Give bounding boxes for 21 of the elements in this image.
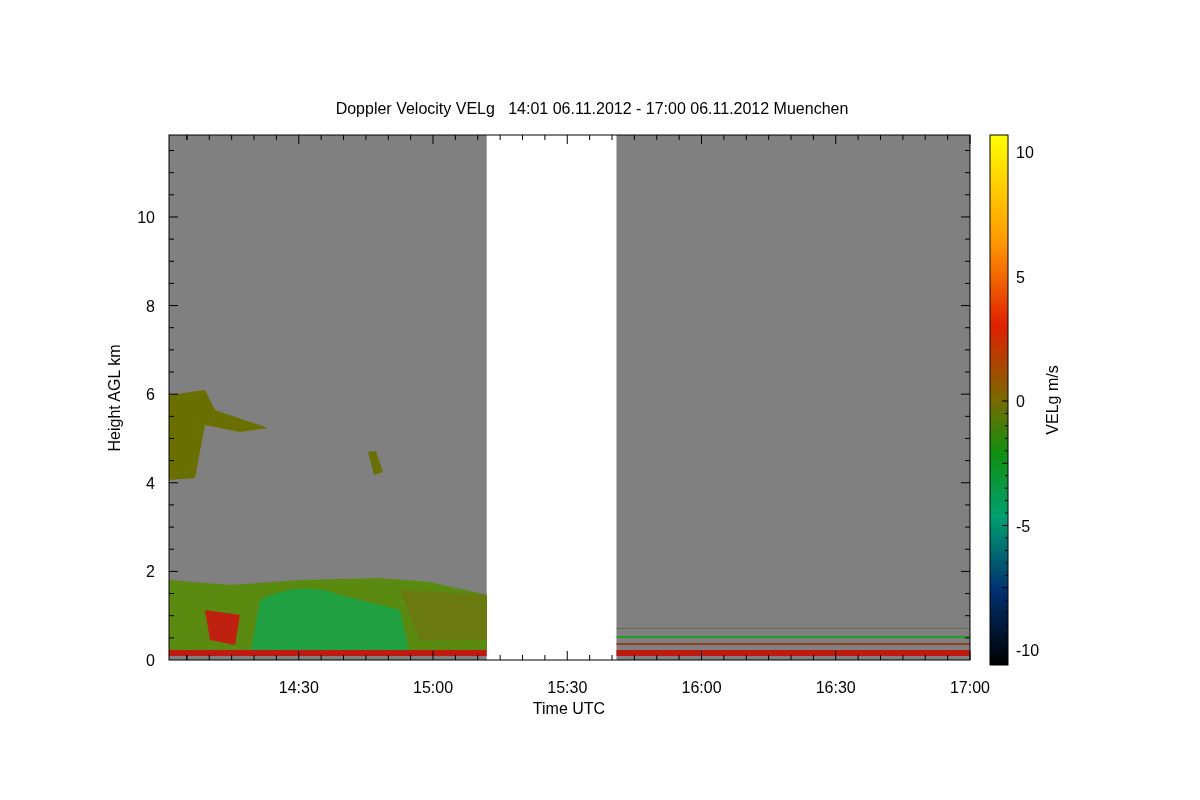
colorbar-tick-label: 10: [1016, 144, 1034, 161]
x-tick-label: 16:00: [681, 679, 722, 696]
x-tick-label: 15:30: [547, 679, 588, 696]
x-tick-label: 17:00: [950, 679, 990, 696]
x-tick-label: 15:00: [413, 679, 454, 696]
y-axis-label: Height AGL km: [106, 344, 123, 452]
colorbar-label: VELg m/s: [1044, 365, 1061, 435]
x-axis-label: Time UTC: [532, 700, 606, 717]
colorbar-tick-label: 0: [1016, 393, 1025, 410]
y-tick-label: 8: [146, 297, 155, 315]
y-tick-label: 10: [137, 208, 155, 226]
chart-title: Doppler Velocity VELg 14:01 06.11.2012 - 17:00 06.11.2012 Muenchen: [335, 100, 849, 117]
y-tick-label: 6: [146, 386, 155, 404]
colorbar-tick-label: -5: [1016, 517, 1031, 535]
y-tick-label: 0: [146, 652, 155, 669]
colorbar-tick-label: -10: [1016, 642, 1040, 659]
y-tick-label: 4: [146, 474, 155, 492]
y-tick-label: 2: [146, 563, 155, 581]
colorbar-tick-label: 5: [1016, 268, 1025, 286]
x-tick-label: 16:30: [815, 679, 856, 696]
x-tick-label: 14:30: [278, 679, 319, 696]
